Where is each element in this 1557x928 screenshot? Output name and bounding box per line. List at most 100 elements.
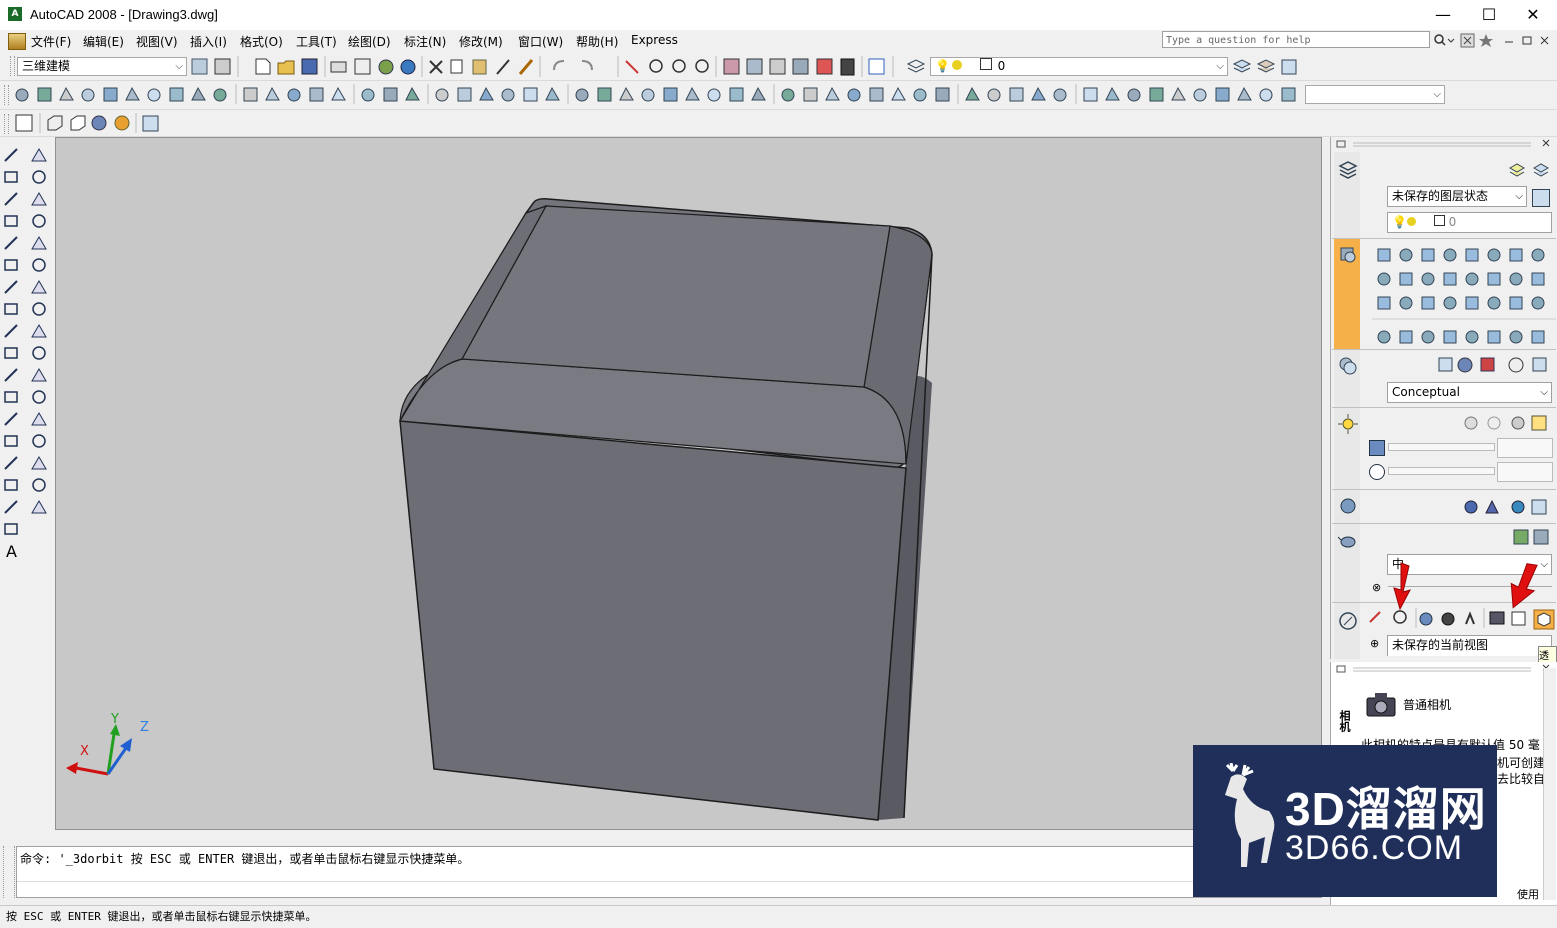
time-slider[interactable] [1388,467,1495,475]
drawing-viewport[interactable]: X Y Z [55,137,1322,830]
menu-insert[interactable]: 插入(I) [190,33,227,50]
tool-palette-scrollbar[interactable] [1543,668,1556,900]
command-input[interactable] [17,881,1321,898]
layer-state-select[interactable]: 未保存的图层状态 ⌵ [1387,186,1527,207]
delete-faces-icon [803,87,818,102]
date-field[interactable] [1497,438,1553,458]
render-close-icon[interactable]: ⊗ [1372,581,1381,594]
menu-format[interactable]: 格式(O) [240,33,283,50]
menu-express[interactable]: Express [631,33,678,47]
redo-icon [581,60,593,71]
tool-palette-tab[interactable]: 相机 [1336,710,1352,734]
menu-file[interactable]: 文件(F) [31,33,71,50]
material-buttons[interactable] [1462,498,1554,516]
menu-dimension[interactable]: 标注(N) [404,33,446,50]
spline-icon [4,324,18,338]
cylinder-icon [125,86,140,101]
layer-tools-icons[interactable] [1508,162,1554,180]
light-buttons[interactable] [1462,414,1554,432]
lights-panel-icon[interactable] [1338,414,1358,434]
3d-move-icon [435,88,449,102]
view-select[interactable]: ⌵ [1305,85,1445,104]
camera-adjust-icon [1053,88,1067,102]
materials-panel-icon[interactable] [1338,496,1358,516]
help-toolbar-icons [1434,33,1549,48]
date-slider[interactable] [1388,443,1495,451]
block-editor-icon [518,59,534,75]
layer-tools-icons[interactable] [1232,56,1302,78]
maximize-button[interactable]: ☐ [1466,0,1512,30]
minimize-button[interactable]: — [1420,0,1466,30]
menu-tools[interactable]: 工具(T) [296,33,337,50]
workspace-save-icon [214,58,231,75]
polygon-icon [4,215,18,227]
red-arrow-left [1393,562,1411,611]
extrude-faces-icon [729,87,744,102]
tool-palette-footer: 使用 [1517,888,1539,901]
favorites-star-icon [1479,34,1493,47]
layers-panel-icon[interactable] [1338,160,1358,180]
time-field[interactable] [1497,462,1553,482]
3d-make-panel-icon[interactable] [1338,245,1358,265]
navigate-panel-icon[interactable] [1338,611,1358,631]
copy-edges-icon [707,88,721,102]
visual-style-select[interactable]: Conceptual ⌵ [1387,382,1552,403]
autocad-app-icon[interactable]: A [8,7,22,21]
layer-states-manager-icon[interactable] [1532,189,1550,207]
help-search-input[interactable]: Type a question for help [1162,31,1430,48]
intersect-icon [405,86,420,101]
offset-faces-icon [781,88,795,102]
revolve-tool-icon [1399,272,1413,286]
camera-tool-icon[interactable] [1365,690,1399,718]
rectangle-icon [4,236,18,250]
modeling-toolbar-icons[interactable] [12,84,1302,106]
join-icon [32,434,46,448]
menu-draw[interactable]: 绘图(D) [348,33,391,50]
visual-styles-icons[interactable] [14,113,174,135]
torus-icon [147,88,161,102]
named-view-select[interactable]: 未保存的当前视图 [1387,635,1552,656]
menu-view[interactable]: 视图(V) [136,33,178,50]
render-teapot-icon[interactable] [1338,530,1358,550]
draw-modify-toolbars: A [0,137,54,847]
navigate-buttons[interactable] [1366,608,1557,630]
intersect-tool-icon [1421,296,1435,310]
menu-help[interactable]: 帮助(H) [576,33,618,50]
design-center-icon [746,58,763,75]
3d-cube-model[interactable] [56,138,1323,831]
document-icon[interactable] [8,33,26,50]
explode-icon [31,500,47,514]
parallel-projection-icon [1511,611,1526,626]
visual-style-buttons[interactable] [1437,356,1555,374]
ucs-z-label: Z [140,720,149,735]
visual-styles-panel-icon[interactable] [1338,356,1358,376]
status-text: 按 ESC 或 ENTER 键退出，或者单击鼠标右键显示快捷菜单。 [6,910,317,923]
menu-modify[interactable]: 修改(M) [459,33,503,50]
menu-window[interactable]: 窗口(W) [518,33,563,50]
menu-edit[interactable]: 编辑(E) [83,33,124,50]
workspace-select[interactable]: 三维建模 ⌵ [17,57,187,76]
array-icon [31,236,47,250]
realistic-icon [91,115,107,131]
3d-align-tool-icon [1465,330,1479,344]
draw-modify-icons[interactable] [2,145,54,565]
cone-tool-icon [1421,248,1435,262]
make-block-icon [4,412,18,426]
layer-select[interactable]: 💡 0 ⌵ [930,57,1228,76]
palette-close-icon [1542,139,1550,147]
sphere-tool-icon [1443,248,1457,262]
close-button[interactable]: ✕ [1510,0,1556,30]
camera-tool-label[interactable]: 普通相机 [1403,696,1451,713]
calculator-icon [840,58,855,76]
command-grip[interactable] [3,846,15,898]
box-tool-icon [1377,248,1391,262]
3d-make-tools[interactable] [1372,243,1556,347]
render-buttons[interactable] [1512,528,1554,546]
union-tool-icon [1377,296,1391,310]
pyramid-tool-icon [1509,248,1523,262]
command-window: 命令: '_3dorbit 按 ESC 或 ENTER 键退出，或者单击鼠标右键… [16,846,1322,898]
multiline-text-icon[interactable]: A [6,542,17,561]
layer-control-select[interactable]: 💡 0 [1387,212,1552,233]
3d-align-icon [479,86,494,101]
doc-restore-icon [1522,36,1532,45]
